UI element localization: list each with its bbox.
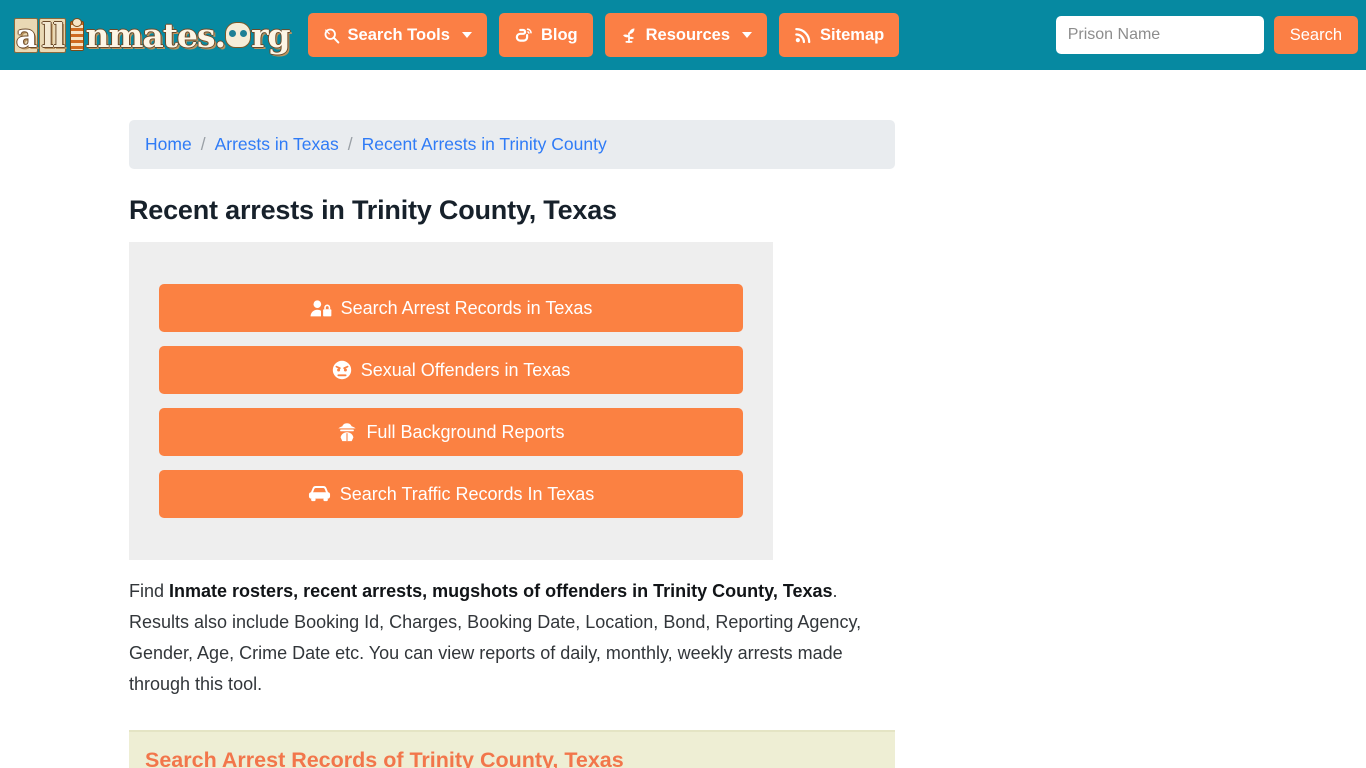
page-title: Recent arrests in Trinity County, Texas (129, 195, 617, 225)
logo-letter-a: a (14, 15, 39, 55)
intro-bold: Inmate rosters, recent arrests, mugshots… (169, 581, 833, 601)
logo-text-rg: rg (251, 15, 290, 55)
header-search-form: Search (1055, 16, 1358, 54)
page-content: Home / Arrests in Texas / Recent Arrests… (0, 70, 1366, 768)
search-traffic-records-button[interactable]: Search Traffic Records In Texas (159, 470, 743, 518)
breadcrumb-item-arrests-in-texas[interactable]: Arrests in Texas (215, 134, 339, 155)
logo-text-nmates: nmates. (85, 15, 226, 55)
nav-search-tools-label: Search Tools (347, 25, 450, 44)
full-background-reports-button[interactable]: Full Background Reports (159, 408, 743, 456)
search-arrest-records-button[interactable]: Search Arrest Records in Texas (159, 284, 743, 332)
breadcrumb-item-recent-arrests[interactable]: Recent Arrests in Trinity County (362, 134, 607, 155)
intro-lead: Find (129, 581, 170, 601)
sexual-offenders-button[interactable]: Sexual Offenders in Texas (159, 346, 743, 394)
prison-name-input[interactable] (1055, 16, 1264, 54)
search-icon (323, 27, 340, 44)
nav-blog-button[interactable]: Blog (498, 13, 593, 57)
nav-sitemap-label: Sitemap (820, 25, 885, 44)
full-background-reports-label: Full Background Reports (366, 421, 565, 442)
breadcrumb: Home / Arrests in Texas / Recent Arrests… (129, 120, 895, 169)
skull-icon (225, 22, 252, 48)
nav-search-tools-button[interactable]: Search Tools (307, 13, 487, 57)
chevron-down-icon (461, 32, 472, 38)
blogger-icon (514, 26, 533, 45)
angry-face-icon (332, 360, 352, 380)
header-search-button[interactable]: Search (1273, 16, 1358, 54)
breadcrumb-separator: / (347, 134, 353, 154)
logo-letter-ll: ll (39, 15, 67, 55)
chevron-down-icon (742, 32, 753, 38)
search-traffic-records-label: Search Traffic Records In Texas (339, 483, 595, 504)
intro-paragraph: Find Inmate rosters, recent arrests, mug… (129, 576, 869, 700)
site-logo[interactable]: a ll nmates. rg (14, 12, 291, 58)
rss-icon (794, 26, 812, 44)
user-secret-icon (337, 422, 357, 442)
search-arrest-records-label: Search Arrest Records in Texas (340, 297, 593, 318)
inmate-figure-icon (68, 18, 85, 52)
nav-sitemap-button[interactable]: Sitemap (779, 13, 900, 57)
site-logo-text: a ll nmates. rg (14, 15, 291, 55)
section-banner: Search Arrest Records of Trinity County,… (129, 730, 895, 768)
sexual-offenders-label: Sexual Offenders in Texas (360, 359, 571, 380)
nav-blog-label: Blog (540, 25, 578, 44)
breadcrumb-item-home[interactable]: Home (145, 134, 192, 155)
nav-resources-label: Resources (645, 25, 731, 44)
seedling-icon (620, 26, 638, 44)
user-lock-icon (310, 299, 332, 318)
car-icon (308, 485, 331, 503)
site-header: a ll nmates. rg Search Tools Blog Resour… (0, 0, 1366, 70)
action-button-panel: Search Arrest Records in Texas Sexual Of… (129, 242, 773, 560)
breadcrumb-separator: / (200, 134, 206, 154)
nav-resources-button[interactable]: Resources (604, 13, 768, 57)
main-navigation: Search Tools Blog Resources Sitemap (307, 13, 900, 57)
